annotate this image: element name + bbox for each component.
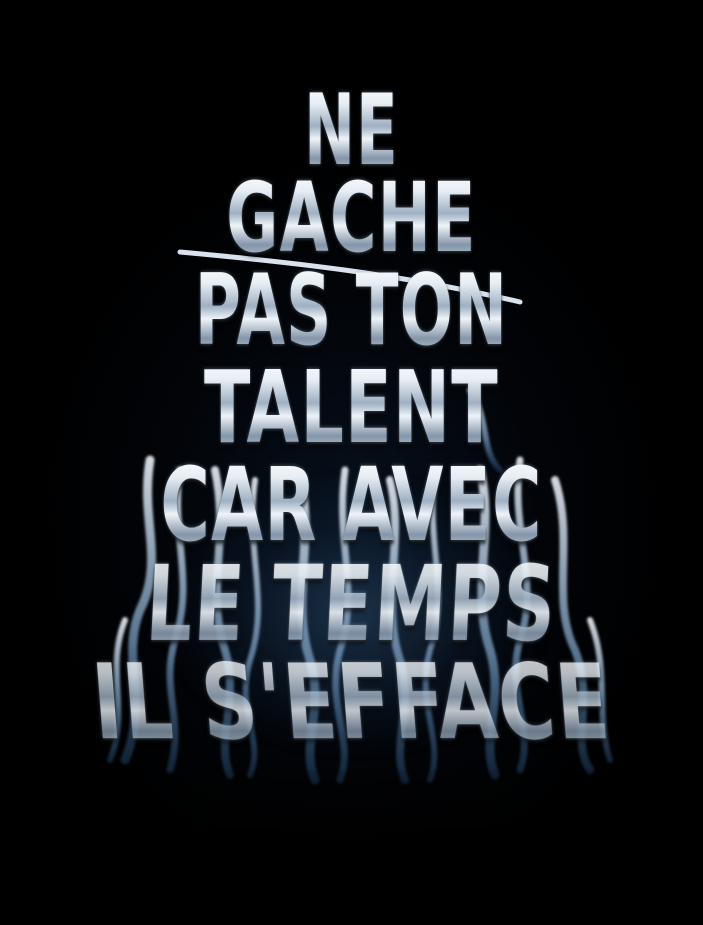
poster-line-5: CAR AVEC xyxy=(120,455,584,557)
reflection-fade xyxy=(0,770,703,925)
poster-line-4: TALENT xyxy=(112,358,590,458)
poster-line-2: GACHE xyxy=(120,170,584,266)
poster-line-7: IL S'EFFACE xyxy=(88,641,615,763)
floor-reflection: IL S'EFFACE xyxy=(0,770,703,925)
poster-artwork: NE GACHE PAS TON TALENT CAR AVEC LE TEMP… xyxy=(0,0,703,925)
poster-line-3: PAS TON xyxy=(127,262,577,360)
